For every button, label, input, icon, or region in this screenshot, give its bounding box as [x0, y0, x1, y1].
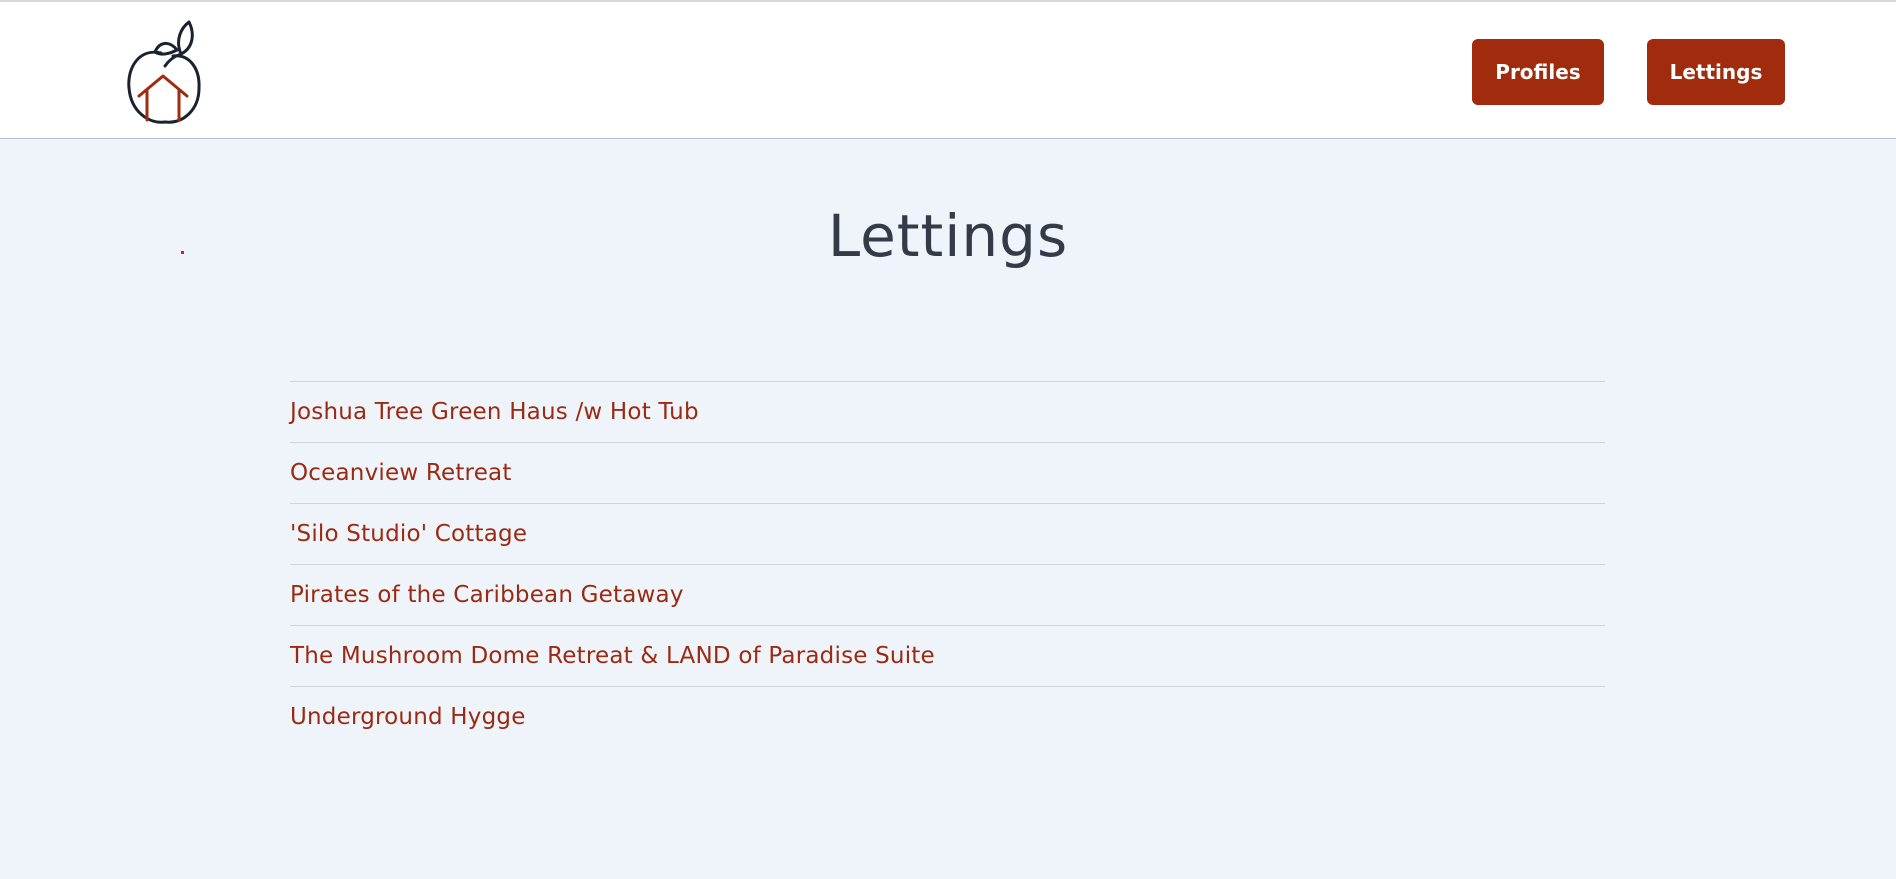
- lettings-list: Joshua Tree Green Haus /w Hot Tub Oceanv…: [290, 381, 1605, 747]
- house-in-apple-logo-icon: [127, 20, 201, 124]
- list-item: Underground Hygge: [290, 686, 1605, 747]
- letting-link[interactable]: The Mushroom Dome Retreat & LAND of Para…: [290, 643, 935, 669]
- list-item: 'Silo Studio' Cottage: [290, 503, 1605, 564]
- lettings-button[interactable]: Lettings: [1647, 39, 1785, 105]
- site-header: Profiles Lettings: [0, 0, 1896, 139]
- letting-link[interactable]: Pirates of the Caribbean Getaway: [290, 582, 684, 608]
- letting-link[interactable]: Oceanview Retreat: [290, 460, 512, 486]
- list-item: Pirates of the Caribbean Getaway: [290, 564, 1605, 625]
- list-item: Joshua Tree Green Haus /w Hot Tub: [290, 381, 1605, 442]
- letting-link[interactable]: Underground Hygge: [290, 704, 526, 730]
- list-item: The Mushroom Dome Retreat & LAND of Para…: [290, 625, 1605, 686]
- letting-link[interactable]: Joshua Tree Green Haus /w Hot Tub: [290, 399, 699, 425]
- list-item: Oceanview Retreat: [290, 442, 1605, 503]
- profiles-button[interactable]: Profiles: [1472, 39, 1604, 105]
- page-title: Lettings: [827, 202, 1069, 270]
- home-logo-link[interactable]: [125, 20, 205, 126]
- letting-link[interactable]: 'Silo Studio' Cottage: [290, 521, 527, 547]
